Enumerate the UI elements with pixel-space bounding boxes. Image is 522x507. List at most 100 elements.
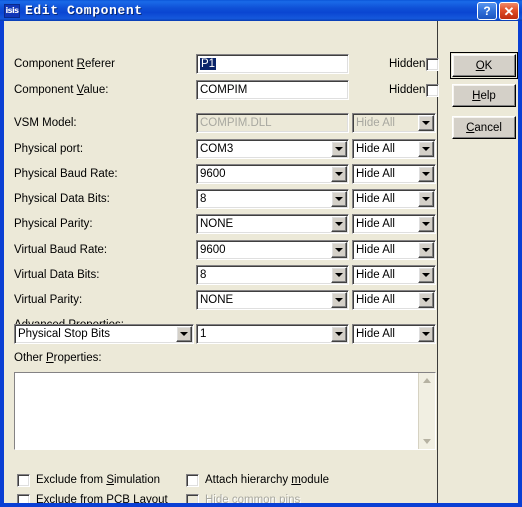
combo-physical-port[interactable]: COM3: [196, 139, 349, 159]
combo-hide-physical-port-value: Hide All: [356, 143, 395, 155]
combo-hide-virtual-data-bits-value: Hide All: [356, 269, 395, 281]
checkbox-hidden-referer[interactable]: [426, 58, 439, 71]
combo-hide-advanced[interactable]: Hide All: [352, 324, 436, 344]
combo-physical-baud-rate-value: 9600: [200, 168, 226, 180]
scroll-up-icon[interactable]: [419, 373, 435, 388]
label-vsm-model: VSM Model:: [14, 117, 77, 129]
combo-hide-physical-parity[interactable]: Hide All: [352, 214, 436, 234]
combo-hide-virtual-data-bits[interactable]: Hide All: [352, 265, 436, 285]
chevron-down-icon[interactable]: [176, 326, 192, 342]
combo-virtual-data-bits[interactable]: 8: [196, 265, 349, 285]
combo-hide-physical-parity-value: Hide All: [356, 218, 395, 230]
checkbox-exclude-from-pcb-layout[interactable]: [17, 494, 30, 503]
checkbox-exclude-from-simulation[interactable]: [17, 474, 30, 487]
help-button[interactable]: Help: [452, 84, 516, 107]
input-component-referer[interactable]: P1: [196, 54, 349, 74]
isis-app-icon: isis: [4, 3, 20, 18]
combo-physical-data-bits[interactable]: 8: [196, 189, 349, 209]
help-icon-button[interactable]: ?: [477, 2, 497, 20]
chevron-down-icon[interactable]: [331, 242, 347, 258]
close-icon: ✕: [503, 3, 515, 19]
combo-virtual-data-bits-value: 8: [200, 269, 207, 281]
checkbox-attach-hierarchy-module[interactable]: [186, 474, 199, 487]
label-other-properties: Other Properties:: [14, 352, 102, 364]
label-hide-common-pins: Hide common pins: [205, 494, 301, 503]
input-component-value[interactable]: COMPIM: [196, 80, 349, 100]
chevron-down-icon[interactable]: [418, 166, 434, 182]
chevron-down-icon[interactable]: [418, 267, 434, 283]
combo-hide-virtual-baud-rate-value: Hide All: [356, 244, 395, 256]
help-question-icon: ?: [483, 4, 491, 18]
chevron-down-icon[interactable]: [331, 141, 347, 157]
chevron-down-icon[interactable]: [331, 292, 347, 308]
ok-button-label: OK: [475, 59, 493, 72]
title-bar-buttons: ? ✕: [477, 2, 519, 20]
combo-physical-data-bits-value: 8: [200, 193, 207, 205]
checkbox-hide-common-pins: [186, 494, 199, 503]
combo-physical-baud-rate[interactable]: 9600: [196, 164, 349, 184]
cancel-button[interactable]: Cancel: [452, 116, 516, 139]
chevron-down-icon[interactable]: [331, 326, 347, 342]
combo-hide-virtual-parity-value: Hide All: [356, 294, 395, 306]
chevron-down-icon[interactable]: [418, 141, 434, 157]
chevron-down-icon[interactable]: [331, 191, 347, 207]
combo-hide-physical-port[interactable]: Hide All: [352, 139, 436, 159]
label-hidden-referer: Hidden:: [389, 58, 429, 70]
combo-hide-vsm-model: Hide All: [352, 113, 436, 133]
label-virtual-baud-rate: Virtual Baud Rate:: [14, 244, 108, 256]
label-physical-port: Physical port:: [14, 143, 84, 155]
chevron-down-icon[interactable]: [331, 166, 347, 182]
combo-advanced-setting[interactable]: 1: [196, 324, 349, 344]
label-exclude-from-pcb-layout: Exclude from PCB Layout: [36, 494, 168, 503]
label-hidden-value: Hidden:: [389, 84, 429, 96]
combo-virtual-parity-value: NONE: [200, 294, 234, 306]
textarea-other-properties-text[interactable]: [15, 373, 418, 449]
label-physical-baud-rate: Physical Baud Rate:: [14, 168, 118, 180]
chevron-down-icon[interactable]: [418, 115, 434, 131]
chevron-down-icon[interactable]: [418, 292, 434, 308]
dialog-client-area: Component Referer P1 Hidden: Component V…: [4, 21, 518, 503]
chevron-down-icon[interactable]: [418, 216, 434, 232]
input-component-referer-value: P1: [200, 58, 217, 70]
textarea-scrollbar[interactable]: [418, 373, 435, 449]
window-title: Edit Component: [25, 3, 143, 18]
checkbox-hidden-value[interactable]: [426, 84, 439, 97]
chevron-down-icon[interactable]: [418, 242, 434, 258]
chevron-down-icon[interactable]: [331, 216, 347, 232]
title-bar[interactable]: isis Edit Component ? ✕: [0, 0, 522, 21]
combo-virtual-parity[interactable]: NONE: [196, 290, 349, 310]
combo-advanced-property[interactable]: Physical Stop Bits: [14, 324, 194, 344]
label-component-value: Component Value:: [14, 84, 109, 96]
combo-physical-port-value: COM3: [200, 143, 234, 155]
close-button[interactable]: ✕: [499, 2, 519, 20]
edit-component-window: isis Edit Component ? ✕ Component Refere…: [0, 0, 522, 507]
input-vsm-model-text: COMPIM.DLL: [200, 117, 272, 129]
label-virtual-parity: Virtual Parity:: [14, 294, 83, 306]
combo-physical-parity-value: NONE: [200, 218, 234, 230]
combo-hide-advanced-value: Hide All: [356, 328, 395, 340]
label-component-referer: Component Referer: [14, 58, 116, 70]
combo-virtual-baud-rate-value: 9600: [200, 244, 226, 256]
label-physical-parity: Physical Parity:: [14, 218, 93, 230]
input-vsm-model: COMPIM.DLL: [196, 113, 349, 133]
combo-hide-physical-data-bits-value: Hide All: [356, 193, 395, 205]
chevron-down-icon[interactable]: [418, 191, 434, 207]
combo-hide-physical-baud-rate[interactable]: Hide All: [352, 164, 436, 184]
label-attach-hierarchy-module: Attach hierarchy module: [205, 474, 330, 486]
label-physical-data-bits: Physical Data Bits:: [14, 193, 110, 205]
ok-button[interactable]: OK: [450, 52, 518, 79]
combo-hide-vsm-model-value: Hide All: [356, 117, 395, 129]
textarea-other-properties[interactable]: [14, 372, 436, 450]
combo-advanced-setting-value: 1: [200, 328, 207, 340]
chevron-down-icon[interactable]: [331, 267, 347, 283]
scroll-down-icon[interactable]: [419, 434, 435, 449]
combo-virtual-baud-rate[interactable]: 9600: [196, 240, 349, 260]
combo-hide-virtual-parity[interactable]: Hide All: [352, 290, 436, 310]
combo-hide-physical-baud-rate-value: Hide All: [356, 168, 395, 180]
combo-hide-physical-data-bits[interactable]: Hide All: [352, 189, 436, 209]
cancel-button-label: Cancel: [466, 121, 502, 134]
label-virtual-data-bits: Virtual Data Bits:: [14, 269, 100, 281]
combo-hide-virtual-baud-rate[interactable]: Hide All: [352, 240, 436, 260]
combo-physical-parity[interactable]: NONE: [196, 214, 349, 234]
chevron-down-icon[interactable]: [418, 326, 434, 342]
